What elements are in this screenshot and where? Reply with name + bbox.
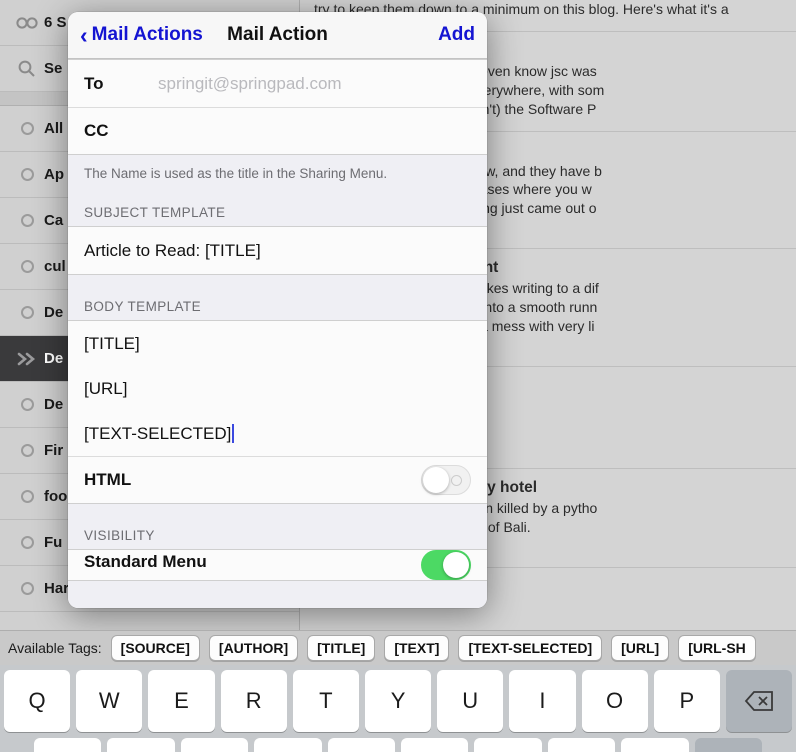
key-g[interactable] bbox=[327, 738, 396, 752]
circle-icon bbox=[10, 260, 44, 273]
recipients-group: To springit@springpad.com CC bbox=[68, 59, 487, 155]
key-j[interactable] bbox=[474, 738, 542, 752]
form-sheet: To springit@springpad.com CC The Name is… bbox=[68, 59, 487, 608]
body-template-header: BODY TEMPLATE bbox=[68, 275, 487, 320]
to-input[interactable]: springit@springpad.com bbox=[158, 74, 342, 94]
key-u[interactable]: U bbox=[437, 670, 504, 732]
circle-icon bbox=[10, 582, 44, 595]
backspace-icon[interactable] bbox=[725, 670, 793, 732]
cc-label: CC bbox=[84, 121, 109, 140]
body-line-1[interactable]: [TITLE] bbox=[68, 321, 487, 366]
visibility-header: VISIBILITY bbox=[68, 504, 487, 549]
circle-icon bbox=[10, 214, 44, 227]
return-key[interactable] bbox=[694, 738, 763, 752]
circle-icon bbox=[10, 168, 44, 181]
infinity-icon bbox=[10, 16, 44, 30]
html-label: HTML bbox=[84, 470, 132, 489]
circle-icon bbox=[10, 398, 44, 411]
html-row[interactable]: HTML bbox=[68, 456, 487, 503]
standard-menu-row[interactable]: Standard Menu bbox=[68, 550, 487, 580]
visibility-group: Standard Menu bbox=[68, 549, 487, 581]
subject-row[interactable]: Article to Read: [TITLE] bbox=[68, 227, 487, 274]
key-e[interactable]: E bbox=[148, 670, 215, 732]
cc-row[interactable]: CC bbox=[68, 107, 487, 154]
tag-pill-title[interactable]: [TITLE] bbox=[307, 635, 376, 661]
available-tags-bar: Available Tags: [SOURCE] [AUTHOR] [TITLE… bbox=[0, 630, 796, 665]
body-line-3[interactable]: [TEXT-SELECTED] bbox=[68, 411, 487, 456]
screen: 6 S Se All Ap Ca cul De De De Fir foo Fu… bbox=[0, 0, 796, 752]
keyboard-row-2 bbox=[34, 738, 763, 752]
body-line-text[interactable]: [TITLE] bbox=[84, 334, 140, 354]
to-label: To bbox=[84, 73, 104, 93]
text-cursor bbox=[232, 424, 235, 443]
key-i[interactable]: I bbox=[509, 670, 576, 732]
body-line-text[interactable]: [TEXT-SELECTED] bbox=[84, 424, 231, 444]
key-w[interactable]: W bbox=[76, 670, 143, 732]
key-q[interactable]: Q bbox=[4, 670, 71, 732]
key-a[interactable] bbox=[34, 738, 102, 752]
onscreen-keyboard: Q W E R T Y U I O P bbox=[0, 665, 796, 752]
standard-menu-label: Standard Menu bbox=[84, 552, 207, 571]
key-t[interactable]: T bbox=[292, 670, 359, 732]
tag-pill-source[interactable]: [SOURCE] bbox=[110, 635, 200, 661]
chevron-double-right-icon bbox=[10, 351, 44, 367]
keyboard-row-1: Q W E R T Y U I O P bbox=[4, 670, 793, 732]
body-line-2[interactable]: [URL] bbox=[68, 366, 487, 411]
key-y[interactable]: Y bbox=[364, 670, 432, 732]
circle-icon bbox=[10, 122, 44, 135]
tag-pill-text-selected[interactable]: [TEXT-SELECTED] bbox=[458, 635, 603, 661]
search-icon bbox=[10, 59, 44, 79]
tag-pill-url-short[interactable]: [URL-SH bbox=[678, 635, 756, 661]
circle-icon bbox=[10, 536, 44, 549]
subject-template-header: SUBJECT TEMPLATE bbox=[68, 181, 487, 226]
back-button[interactable]: ‹ Mail Actions bbox=[80, 21, 203, 48]
body-line-text[interactable]: [URL] bbox=[84, 379, 127, 399]
standard-menu-toggle[interactable] bbox=[421, 550, 471, 580]
subject-group: Article to Read: [TITLE] bbox=[68, 226, 487, 275]
key-o[interactable]: O bbox=[581, 670, 648, 732]
circle-icon bbox=[10, 490, 44, 503]
chevron-left-icon: ‹ bbox=[80, 21, 88, 48]
to-row[interactable]: To springit@springpad.com bbox=[68, 60, 487, 107]
key-p[interactable]: P bbox=[653, 670, 720, 732]
back-button-label: Mail Actions bbox=[91, 24, 203, 45]
body-group: [TITLE] [URL] [TEXT-SELECTED] HTML bbox=[68, 320, 487, 504]
mail-action-popover: ‹ Mail Actions Mail Action Add To spring… bbox=[68, 12, 487, 608]
tag-pill-author[interactable]: [AUTHOR] bbox=[208, 635, 299, 661]
circle-icon bbox=[10, 306, 44, 319]
key-d[interactable] bbox=[180, 738, 249, 752]
add-button[interactable]: Add bbox=[438, 24, 475, 46]
tag-pill-text[interactable]: [TEXT] bbox=[384, 635, 450, 661]
circle-icon bbox=[10, 444, 44, 457]
key-r[interactable]: R bbox=[220, 670, 287, 732]
subject-input[interactable]: Article to Read: [TITLE] bbox=[84, 241, 261, 261]
tag-pill-url[interactable]: [URL] bbox=[611, 635, 670, 661]
key-l[interactable] bbox=[621, 738, 689, 752]
key-h[interactable] bbox=[401, 738, 469, 752]
popover-navbar: ‹ Mail Actions Mail Action Add bbox=[68, 12, 487, 59]
key-s[interactable] bbox=[107, 738, 175, 752]
key-f[interactable] bbox=[254, 738, 322, 752]
available-tags-label: Available Tags: bbox=[8, 640, 102, 656]
html-toggle[interactable] bbox=[421, 465, 471, 495]
name-footnote: The Name is used as the title in the Sha… bbox=[68, 155, 487, 181]
key-k[interactable] bbox=[547, 738, 616, 752]
